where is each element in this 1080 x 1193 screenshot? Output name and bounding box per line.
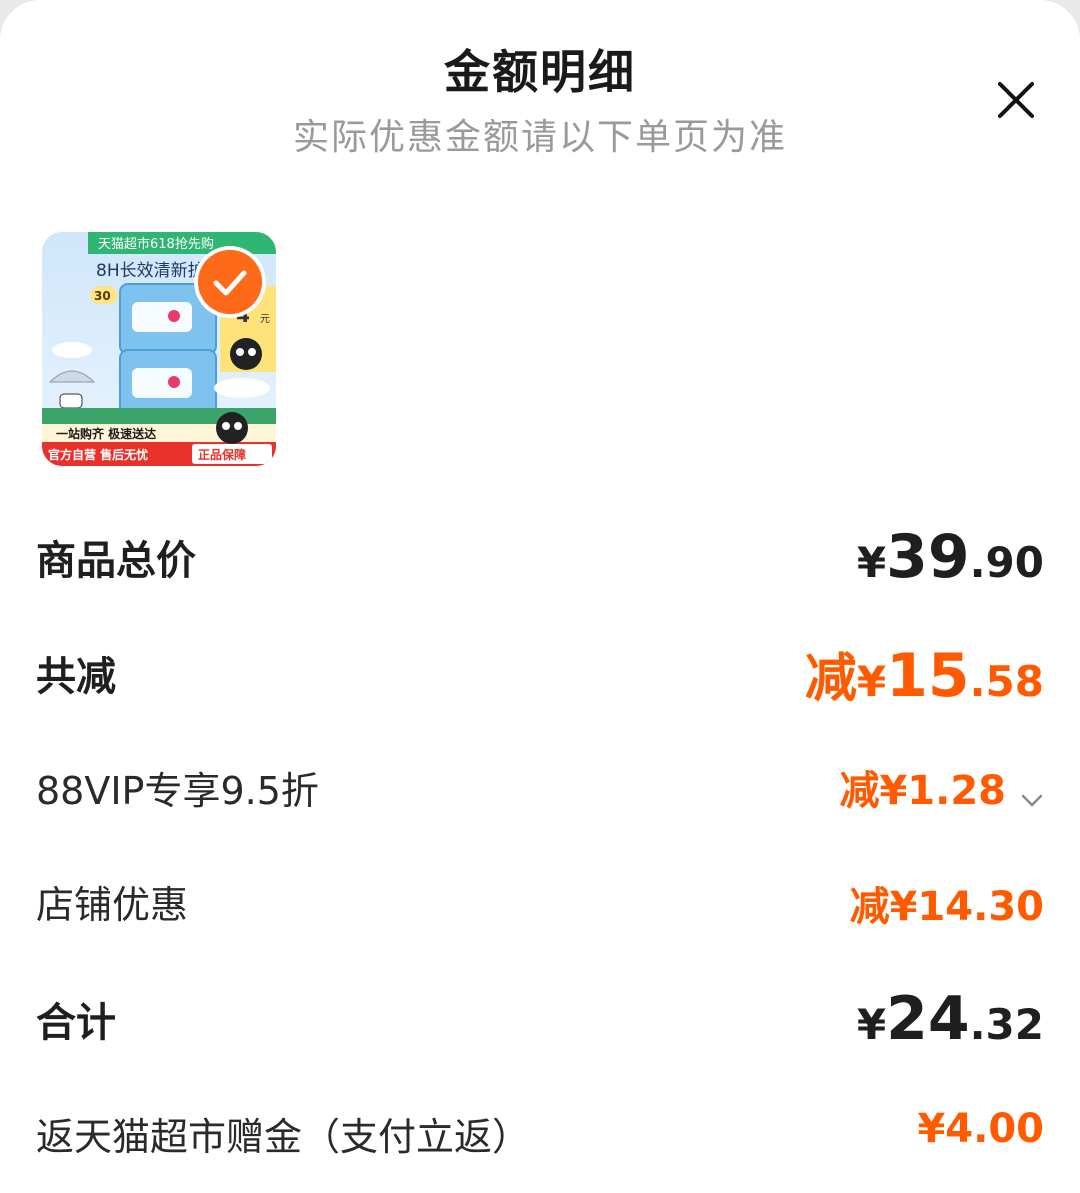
vip-discount-amount[interactable]: 减¥1.28: [839, 758, 1044, 816]
chevron-down-icon[interactable]: [1020, 788, 1044, 812]
discount-total-row: 共减 减¥15.58: [36, 636, 1044, 711]
total-label: 合计: [36, 1000, 116, 1046]
total-row: 合计 ¥24.32: [36, 984, 1044, 1054]
subtotal-row: 商品总价 ¥39.90: [36, 522, 1044, 592]
vip-discount-row[interactable]: 88VIP专享9.5折 减¥1.28: [36, 758, 1044, 814]
close-icon[interactable]: [994, 78, 1038, 122]
count-badge: 30: [94, 289, 111, 303]
vip-discount-label: 88VIP专享9.5折: [36, 769, 319, 813]
subtotal-amount: ¥39.90: [856, 522, 1044, 592]
product-bottom-line2a: 官方自营 售后无忧: [48, 447, 148, 462]
cashback-label: 返天猫超市赠金（支付立返）: [36, 1115, 531, 1159]
selected-check-icon[interactable]: [198, 250, 262, 314]
store-discount-row: 店铺优惠 减¥14.30: [36, 872, 1044, 930]
banner-text: 天猫超市618抢先购: [98, 236, 214, 252]
product-bottom-line2b: 正品保障: [198, 447, 246, 462]
subtotal-label: 商品总价: [36, 538, 196, 584]
sheet-subtitle: 实际优惠金额请以下单页为准: [292, 117, 787, 158]
discount-total-amount: 减¥15.58: [804, 641, 1044, 711]
total-amount: ¥24.32: [856, 984, 1044, 1054]
amount-detail-sheet: 金额明细 实际优惠金额请以下单页为准 天猫超市618抢先购 8H长效清新护 30: [0, 0, 1080, 1193]
cashback-amount: ¥4.00: [917, 1106, 1044, 1152]
sheet-title: 金额明细: [444, 45, 636, 99]
product-headline: 8H长效清新护: [96, 261, 205, 281]
store-discount-label: 店铺优惠: [36, 883, 189, 927]
promo-unit: 元: [260, 314, 270, 325]
discount-total-label: 共减: [36, 654, 116, 700]
store-discount-amount: 减¥14.30: [849, 884, 1044, 930]
product-bottom-line1: 一站购齐 极速送达: [56, 426, 156, 441]
cashback-row: 返天猫超市赠金（支付立返） ¥4.00: [36, 1104, 1044, 1160]
